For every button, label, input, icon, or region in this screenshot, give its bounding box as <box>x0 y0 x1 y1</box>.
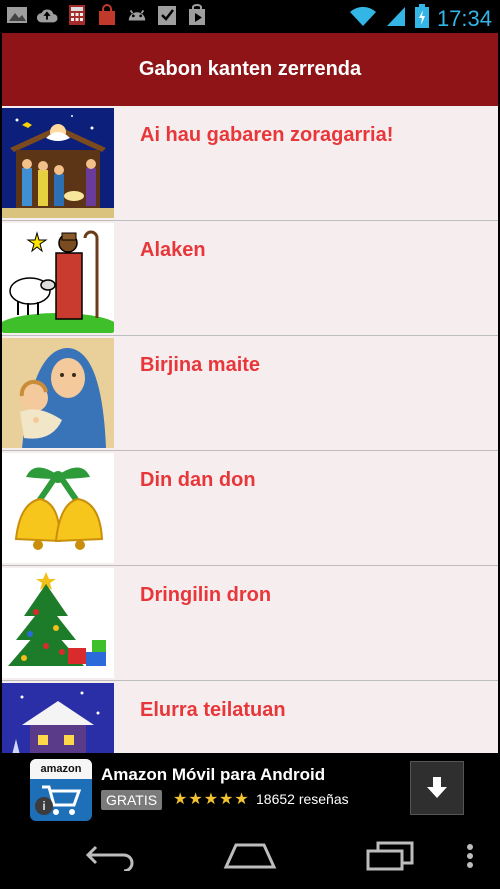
checklist-icon <box>156 4 178 26</box>
christmas-tree-icon <box>2 568 114 678</box>
app-content: Gabon kanten zerrenda Ai hau gabaren zor… <box>2 33 498 753</box>
battery-icon <box>414 4 429 33</box>
play-store-icon <box>186 4 208 26</box>
song-title: Dringilin dron <box>140 584 272 606</box>
virgin-mary-icon <box>2 338 114 448</box>
song-title: Ai hau gabaren zoragarria! <box>140 124 394 146</box>
rating-stars: ★★★★★ <box>173 791 250 808</box>
page-title: Gabon kanten zerrenda <box>138 58 362 80</box>
title-bar: Gabon kanten zerrenda <box>2 33 498 106</box>
song-title: Birjina maite <box>140 354 261 376</box>
ad-title[interactable]: Amazon Móvil para Android <box>101 765 325 785</box>
list-item[interactable]: Ai hau gabaren zoragarria! <box>2 106 498 221</box>
clock: 17:34 <box>436 5 492 31</box>
list-item[interactable]: Alaken <box>2 221 498 336</box>
shepherd-sheep-icon <box>2 223 114 333</box>
navigation-bar <box>0 823 500 889</box>
android-icon <box>126 4 148 26</box>
christmas-bells-icon <box>2 453 114 563</box>
song-title: Alaken <box>140 239 206 261</box>
status-bar: 17:34 <box>0 0 500 33</box>
list-item[interactable]: Elurra teilatuan <box>2 681 498 753</box>
gallery-icon <box>6 4 28 26</box>
song-title: Elurra teilatuan <box>140 699 286 721</box>
list-item[interactable]: Dringilin dron <box>2 566 498 681</box>
back-arrow-icon <box>85 845 134 871</box>
amazon-logo-text: amazon <box>30 759 92 779</box>
snowy-house-icon <box>2 683 114 753</box>
more-vertical-icon <box>467 844 473 868</box>
recent-apps-button[interactable] <box>360 839 420 873</box>
shopping-bag-icon <box>96 4 118 26</box>
info-icon[interactable]: i <box>35 797 53 815</box>
back-button[interactable] <box>80 839 140 873</box>
calculator-icon <box>66 4 88 26</box>
upload-icon <box>36 4 58 26</box>
song-list[interactable]: Ai hau gabaren zoragarria! Alaken Birjin… <box>2 106 498 753</box>
overflow-menu-button[interactable] <box>452 839 488 873</box>
signal-icon <box>385 5 407 32</box>
home-icon <box>223 843 277 869</box>
home-button[interactable] <box>220 839 280 873</box>
price-badge: GRATIS <box>101 790 163 810</box>
download-button[interactable] <box>410 761 464 815</box>
song-title: Din dan don <box>140 469 256 491</box>
ad-banner[interactable]: amazon i Amazon Móvil para Android GRATI… <box>0 753 500 823</box>
review-count: 18652 reseñas <box>256 791 349 807</box>
nativity-scene-icon <box>2 108 114 218</box>
list-item[interactable]: Birjina maite <box>2 336 498 451</box>
wifi-icon <box>349 5 377 32</box>
list-item[interactable]: Din dan don <box>2 451 498 566</box>
download-arrow-icon <box>427 777 447 798</box>
recent-apps-icon <box>366 841 414 871</box>
